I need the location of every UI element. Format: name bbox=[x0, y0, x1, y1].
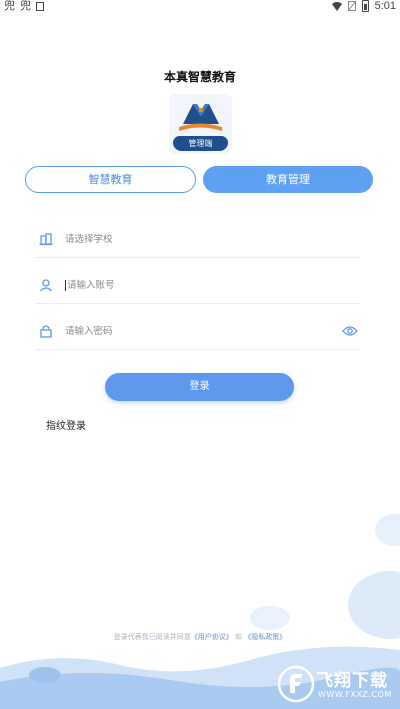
account-placeholder: 请输入账号 bbox=[67, 280, 115, 291]
account-input-area: 请输入账号 bbox=[65, 277, 115, 291]
no-sim-icon bbox=[347, 1, 356, 11]
tab-education-management[interactable]: 教育管理 bbox=[203, 166, 373, 193]
building-icon bbox=[39, 233, 53, 246]
logo-graphic bbox=[179, 104, 222, 131]
privacy-policy-link[interactable]: 《隐私政策》 bbox=[244, 633, 286, 641]
user-icon bbox=[40, 279, 52, 292]
account-field[interactable]: 请输入账号 bbox=[35, 268, 360, 304]
text-cursor bbox=[65, 280, 66, 291]
watermark-url: WWW.FXXZ.COM bbox=[318, 690, 392, 699]
school-select[interactable]: 请选择学校 bbox=[35, 222, 360, 258]
agreement-and: 和 bbox=[235, 633, 242, 641]
app-logo: 管理端 bbox=[169, 94, 232, 154]
agreement-text: 登录代表我已阅读并同意《用户协议》 和 《隐私政策》 bbox=[0, 632, 400, 642]
tab-smart-education[interactable]: 智慧教育 bbox=[25, 166, 196, 193]
mode-tabs: 智慧教育 教育管理 bbox=[25, 166, 373, 193]
password-placeholder: 请输入密码 bbox=[65, 326, 113, 337]
battery-icon bbox=[361, 0, 369, 12]
eye-icon[interactable] bbox=[342, 325, 358, 337]
agreement-prefix: 登录代表我已阅读并同意 bbox=[113, 633, 191, 641]
app-notification-icon bbox=[36, 1, 44, 11]
lock-icon bbox=[40, 325, 52, 338]
password-field[interactable]: 请输入密码 bbox=[35, 314, 360, 350]
watermark-logo: 飞翔下载 WWW.FXXZ.COM bbox=[276, 663, 396, 705]
app-title: 本真智慧教育 bbox=[163, 70, 236, 84]
clock: 5:01 bbox=[374, 0, 396, 12]
watermark-text: 飞翔下载 bbox=[316, 671, 388, 691]
notification-icon-2: 兜 bbox=[20, 0, 31, 12]
fingerprint-login-link[interactable]: 指纹登录 bbox=[46, 417, 86, 432]
status-bar: 兜 兜 5:01 bbox=[0, 0, 400, 14]
school-placeholder: 请选择学校 bbox=[65, 234, 113, 245]
logo-badge: 管理端 bbox=[173, 136, 228, 151]
login-button[interactable]: 登录 bbox=[105, 373, 294, 401]
watermark-icon bbox=[277, 665, 315, 703]
notification-icon-1: 兜 bbox=[4, 0, 15, 12]
user-agreement-link[interactable]: 《用户协议》 bbox=[191, 633, 233, 641]
wifi-icon bbox=[331, 1, 342, 11]
